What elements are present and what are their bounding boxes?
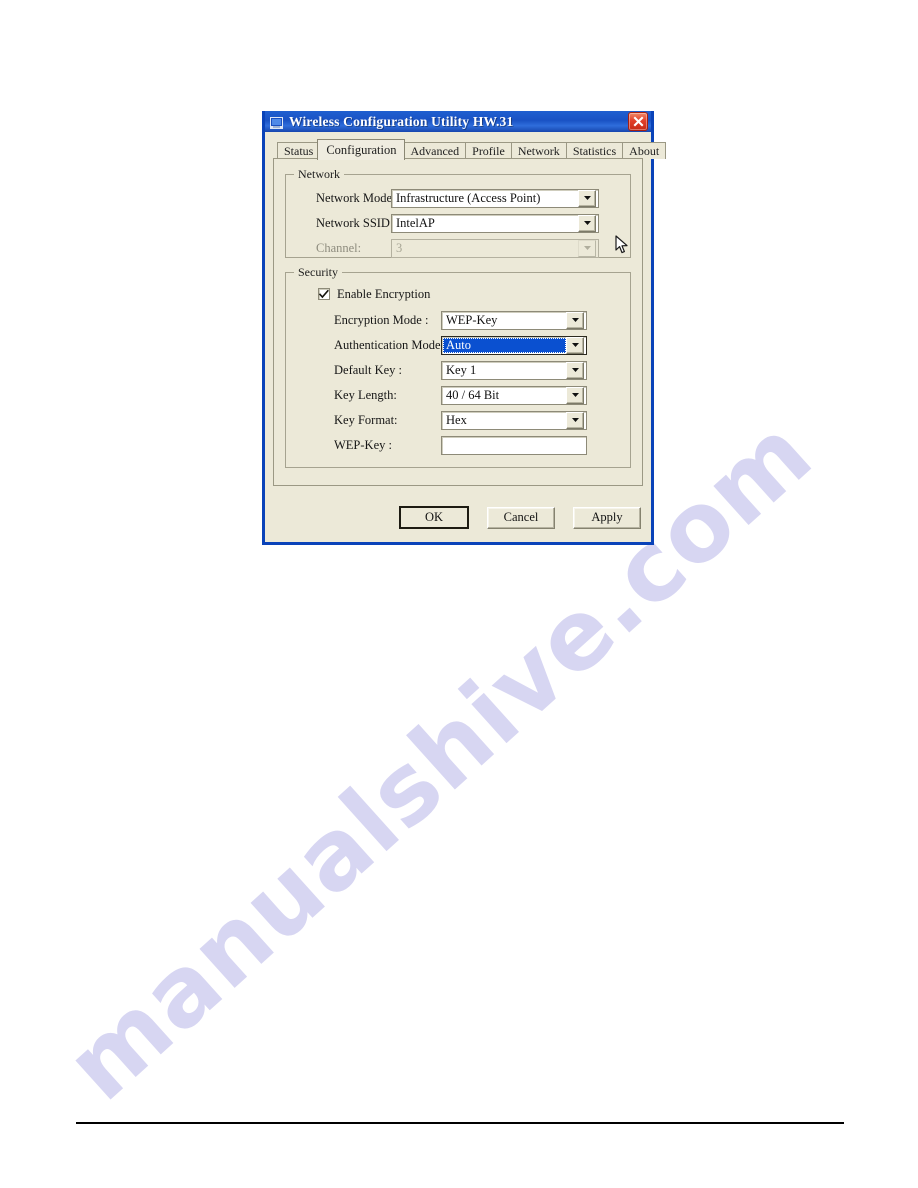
key-format-combobox[interactable]: Hex (441, 410, 587, 430)
authentication-mode-combobox[interactable]: Auto (441, 335, 587, 355)
tab-profile[interactable]: Profile (465, 142, 512, 159)
tab-configuration[interactable]: Configuration (317, 139, 406, 160)
cancel-button[interactable]: Cancel (487, 506, 555, 529)
network-ssid-label: Network SSID: (316, 215, 394, 230)
default-key-combobox[interactable]: Key 1 (441, 360, 587, 380)
dialog-button-row: OK Cancel Apply (265, 506, 651, 529)
key-length-value: 40 / 64 Bit (446, 387, 500, 402)
authentication-mode-row: Authentication Mode : Auto (296, 333, 620, 357)
wep-key-label: WEP-Key : (334, 437, 392, 452)
channel-row: Channel: 3 (296, 236, 620, 260)
enable-encryption-row[interactable]: Enable Encryption (296, 284, 620, 304)
default-key-value: Key 1 (446, 362, 477, 377)
tab-about[interactable]: About (622, 142, 667, 159)
default-key-label: Default Key : (334, 362, 403, 377)
security-group-legend: Security (294, 265, 342, 280)
key-format-value: Hex (446, 412, 467, 427)
tab-statistics[interactable]: Statistics (565, 142, 624, 159)
authentication-mode-value: Auto (443, 337, 566, 353)
network-mode-row: Network Mode: Infrastructure (Access Poi… (296, 186, 620, 210)
network-mode-value: Infrastructure (Access Point) (396, 190, 541, 205)
network-group: Network Network Mode: Infrastructure (Ac… (285, 167, 631, 260)
channel-label: Channel: (316, 240, 362, 255)
chevron-down-icon[interactable] (566, 411, 584, 429)
ok-button[interactable]: OK (399, 506, 469, 529)
apply-button[interactable]: Apply (573, 506, 641, 529)
computer-icon (270, 116, 283, 129)
tab-strip: Status Configuration Advanced Profile Ne… (273, 139, 667, 160)
key-format-row: Key Format: Hex (296, 408, 620, 432)
footer-divider (76, 1122, 844, 1124)
key-length-label: Key Length: (334, 387, 397, 402)
enable-encryption-checkbox[interactable] (318, 288, 330, 300)
chevron-down-icon[interactable] (566, 336, 584, 354)
key-length-row: Key Length: 40 / 64 Bit (296, 383, 620, 407)
encryption-mode-combobox[interactable]: WEP-Key (441, 310, 587, 330)
key-length-combobox[interactable]: 40 / 64 Bit (441, 385, 587, 405)
chevron-down-icon[interactable] (566, 361, 584, 379)
network-ssid-row: Network SSID: IntelAP (296, 211, 620, 235)
channel-combobox: 3 (391, 238, 599, 258)
encryption-mode-label: Encryption Mode : (334, 312, 429, 327)
dialog-client-area: Status Configuration Advanced Profile Ne… (265, 132, 667, 542)
security-group: Security Enable Encryption Encryption Mo… (285, 265, 631, 468)
title-bar[interactable]: Wireless Configuration Utility HW.31 (265, 111, 651, 132)
channel-value: 3 (396, 240, 403, 255)
encryption-mode-row: Encryption Mode : WEP-Key (296, 308, 620, 332)
key-format-label: Key Format: (334, 412, 398, 427)
close-icon[interactable] (628, 112, 648, 131)
configuration-tab-panel: Network Network Mode: Infrastructure (Ac… (273, 158, 643, 486)
network-group-legend: Network (294, 167, 344, 182)
chevron-down-icon[interactable] (578, 189, 596, 207)
chevron-down-icon[interactable] (566, 386, 584, 404)
wep-key-row: WEP-Key : (296, 433, 620, 457)
network-ssid-value: IntelAP (396, 215, 435, 230)
enable-encryption-label: Enable Encryption (337, 286, 431, 301)
network-mode-combobox[interactable]: Infrastructure (Access Point) (391, 188, 599, 208)
tab-advanced[interactable]: Advanced (403, 142, 467, 159)
authentication-mode-label: Authentication Mode : (334, 337, 448, 352)
tab-status[interactable]: Status (277, 142, 321, 159)
window-title: Wireless Configuration Utility HW.31 (289, 113, 514, 129)
chevron-down-icon[interactable] (566, 311, 584, 329)
chevron-down-icon (578, 239, 596, 257)
encryption-mode-value: WEP-Key (446, 312, 498, 327)
default-key-row: Default Key : Key 1 (296, 358, 620, 382)
network-mode-label: Network Mode: (316, 190, 396, 205)
wep-key-input[interactable] (441, 435, 587, 455)
wireless-configuration-dialog: Wireless Configuration Utility HW.31 Sta… (262, 111, 667, 545)
chevron-down-icon[interactable] (578, 214, 596, 232)
tab-network[interactable]: Network (510, 142, 567, 159)
network-ssid-combobox[interactable]: IntelAP (391, 213, 599, 233)
